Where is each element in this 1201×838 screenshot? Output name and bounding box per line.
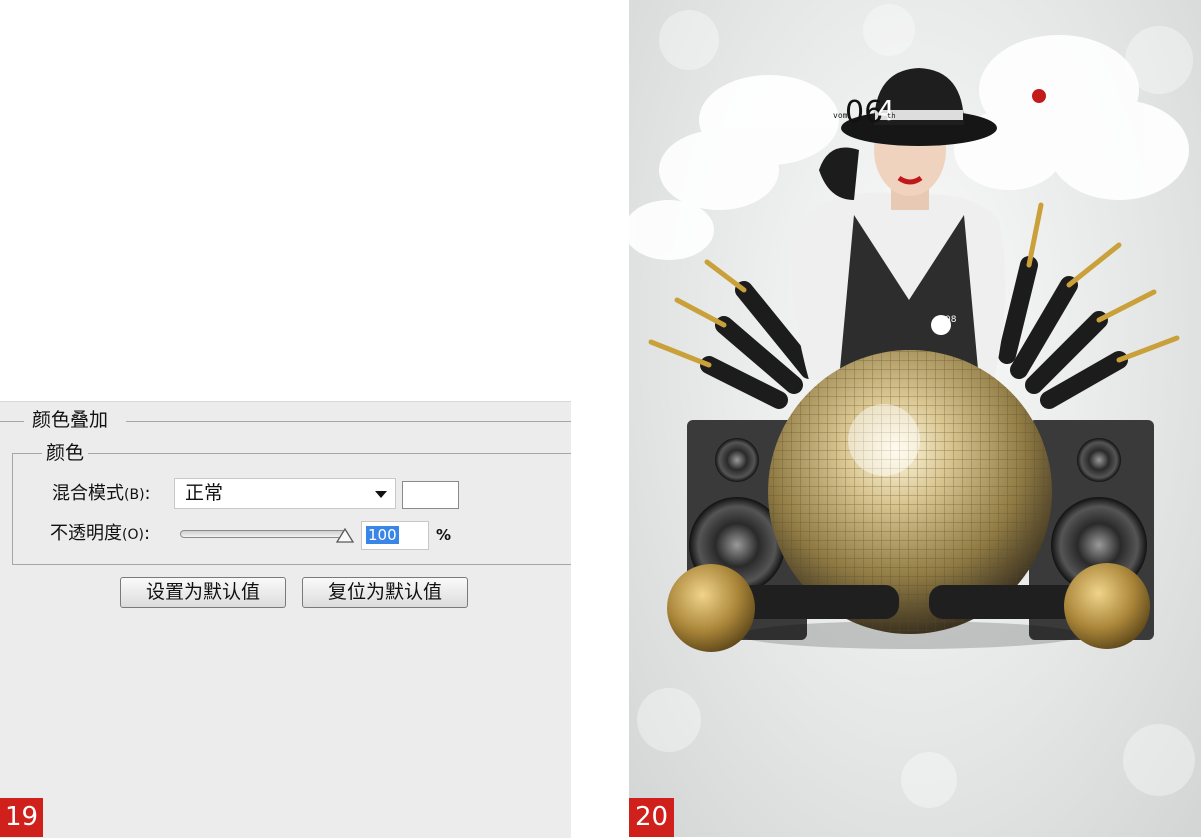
opacity-label-text: 不透明度	[50, 523, 122, 544]
figure-number-20: 20	[629, 798, 674, 837]
color-overlay-dialog: 颜色叠加 颜色 混合模式(B): 正常 不透明度(O): 100 % 设置为默认…	[0, 401, 571, 838]
blend-mode-colon: :	[144, 483, 151, 504]
blend-mode-label-text: 混合模式	[52, 483, 124, 504]
inner-group-title: 颜色	[42, 442, 89, 464]
percent-unit: %	[436, 526, 452, 544]
opacity-value-selected: 100	[366, 526, 399, 544]
left-figure: 颜色叠加 颜色 混合模式(B): 正常 不透明度(O): 100 % 设置为默认…	[0, 0, 571, 838]
make-default-button[interactable]: 设置为默认值	[120, 577, 286, 608]
color-group-frame	[12, 453, 571, 565]
blend-mode-hotkey: (B)	[124, 487, 145, 503]
poster-badge-number: 08	[945, 315, 957, 325]
figure-number-19: 19	[0, 798, 43, 837]
opacity-hotkey: (O)	[122, 527, 144, 543]
group-divider	[0, 421, 24, 422]
blend-mode-value: 正常	[185, 482, 224, 504]
group-divider	[126, 421, 571, 422]
opacity-colon: :	[143, 523, 151, 544]
poster-illustration: vom 06 4 th 08	[629, 4, 1195, 808]
outer-group-title: 颜色叠加	[28, 409, 113, 431]
dropdown-arrow-icon[interactable]	[375, 491, 387, 498]
blend-mode-label: 混合模式(B):	[52, 483, 151, 506]
opacity-input[interactable]: 100	[361, 521, 429, 550]
reset-default-button[interactable]: 复位为默认值	[302, 577, 468, 608]
poster-number-4: 4	[877, 94, 895, 127]
opacity-slider-track[interactable]	[180, 530, 346, 538]
blend-mode-select[interactable]: 正常	[174, 478, 396, 509]
red-balloon	[1032, 89, 1046, 103]
poster-small-text-right: th	[887, 112, 895, 120]
overlay-color-swatch[interactable]	[402, 481, 459, 509]
slider-thumb-icon[interactable]	[335, 526, 355, 544]
poster-image: vom 06 4 th 08	[629, 0, 1201, 837]
opacity-label: 不透明度(O):	[50, 523, 150, 546]
